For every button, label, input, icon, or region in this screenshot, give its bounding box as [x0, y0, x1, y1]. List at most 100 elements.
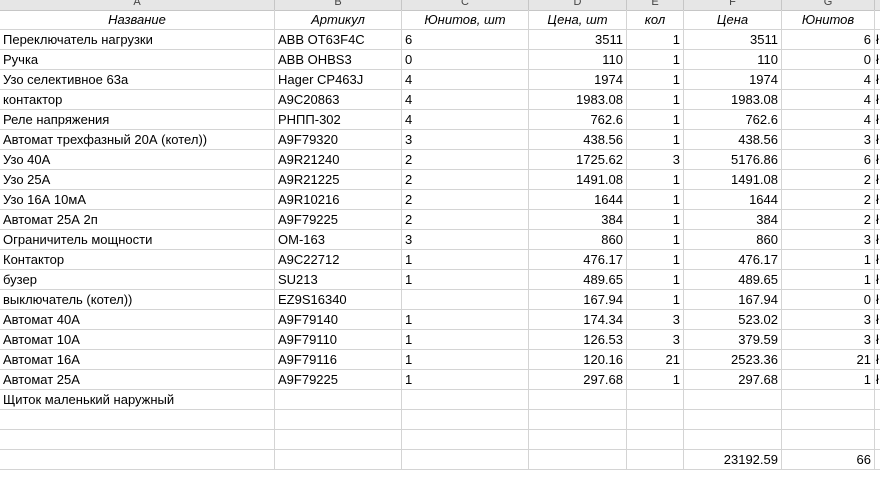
header-cell-next[interactable]: [875, 10, 880, 30]
cell-total[interactable]: [684, 390, 782, 410]
cell-total-units[interactable]: 0: [782, 290, 875, 310]
cell-name[interactable]: Ручка: [0, 50, 275, 70]
cell-sku[interactable]: A9F79320: [275, 130, 402, 150]
cell-price[interactable]: 438.56: [529, 130, 627, 150]
cell-name[interactable]: Автомат 40А: [0, 310, 275, 330]
cell-units[interactable]: 1: [402, 370, 529, 390]
cell-sku[interactable]: A9C20863: [275, 90, 402, 110]
cell-empty[interactable]: [529, 450, 627, 470]
cell-sku[interactable]: ABB OT63F4C: [275, 30, 402, 50]
cell-h[interactable]: ł: [875, 70, 880, 90]
cell-units[interactable]: 6: [402, 30, 529, 50]
cell-qty[interactable]: 1: [627, 190, 684, 210]
cell-total[interactable]: 860: [684, 230, 782, 250]
cell-units[interactable]: 4: [402, 70, 529, 90]
cell-sku[interactable]: A9R21240: [275, 150, 402, 170]
cell-sku[interactable]: OM-163: [275, 230, 402, 250]
cell-price[interactable]: 297.68: [529, 370, 627, 390]
header-cell-sku[interactable]: Артикул: [275, 10, 402, 30]
cell-price[interactable]: 110: [529, 50, 627, 70]
cell-price[interactable]: 1983.08: [529, 90, 627, 110]
column-header-e[interactable]: E: [627, 0, 684, 10]
cell-units[interactable]: [402, 290, 529, 310]
cell-h[interactable]: ł: [875, 210, 880, 230]
cell-h[interactable]: ł: [875, 150, 880, 170]
cell-name[interactable]: Узо селективное 63а: [0, 70, 275, 90]
cell-empty[interactable]: [275, 430, 402, 450]
cell-units[interactable]: 2: [402, 170, 529, 190]
cell-empty[interactable]: [275, 410, 402, 430]
cell-qty[interactable]: 1: [627, 210, 684, 230]
cell-total[interactable]: 167.94: [684, 290, 782, 310]
cell-name[interactable]: Контактор: [0, 250, 275, 270]
cell-empty[interactable]: [684, 430, 782, 450]
cell-qty[interactable]: 1: [627, 90, 684, 110]
cell-units[interactable]: 0: [402, 50, 529, 70]
cell-total[interactable]: 523.02: [684, 310, 782, 330]
cell-empty[interactable]: [0, 450, 275, 470]
cell-name[interactable]: Автомат 10А: [0, 330, 275, 350]
cell-qty[interactable]: 3: [627, 310, 684, 330]
cell-total[interactable]: 2523.36: [684, 350, 782, 370]
cell-total[interactable]: 3511: [684, 30, 782, 50]
cell-sku[interactable]: [275, 390, 402, 410]
cell-total-units[interactable]: 1: [782, 250, 875, 270]
cell-units[interactable]: 4: [402, 110, 529, 130]
cell-qty[interactable]: 1: [627, 290, 684, 310]
cell-units[interactable]: [402, 390, 529, 410]
sum-price-cell[interactable]: 23192.59: [684, 450, 782, 470]
cell-h[interactable]: ł: [875, 330, 880, 350]
cell-units[interactable]: 1: [402, 250, 529, 270]
cell-empty[interactable]: [875, 430, 880, 450]
cell-h[interactable]: ł: [875, 350, 880, 370]
cell-total[interactable]: 110: [684, 50, 782, 70]
cell-name[interactable]: контактор: [0, 90, 275, 110]
cell-sku[interactable]: A9R10216: [275, 190, 402, 210]
column-header-d[interactable]: D: [529, 0, 627, 10]
cell-h[interactable]: ł: [875, 170, 880, 190]
cell-empty[interactable]: [627, 410, 684, 430]
cell-name[interactable]: Узо 16А 10мА: [0, 190, 275, 210]
cell-empty[interactable]: [402, 430, 529, 450]
cell-qty[interactable]: 1: [627, 110, 684, 130]
cell-total-units[interactable]: 2: [782, 210, 875, 230]
cell-qty[interactable]: 1: [627, 270, 684, 290]
cell-empty[interactable]: [627, 450, 684, 470]
cell-h[interactable]: ł: [875, 110, 880, 130]
cell-qty[interactable]: 21: [627, 350, 684, 370]
cell-name[interactable]: бузер: [0, 270, 275, 290]
cell-h[interactable]: ł: [875, 50, 880, 70]
cell-units[interactable]: 2: [402, 150, 529, 170]
cell-sku[interactable]: РНПП-302: [275, 110, 402, 130]
cell-qty[interactable]: 1: [627, 170, 684, 190]
cell-price[interactable]: 1974: [529, 70, 627, 90]
cell-empty[interactable]: [875, 450, 880, 470]
header-cell-total-units[interactable]: Юнитов: [782, 10, 875, 30]
cell-empty[interactable]: [627, 430, 684, 450]
cell-name[interactable]: Узо 25А: [0, 170, 275, 190]
cell-qty[interactable]: 1: [627, 50, 684, 70]
cell-total-units[interactable]: 3: [782, 230, 875, 250]
header-cell-qty[interactable]: кол: [627, 10, 684, 30]
cell-empty[interactable]: [529, 410, 627, 430]
cell-empty[interactable]: [684, 410, 782, 430]
cell-sku[interactable]: ABB OHBS3: [275, 50, 402, 70]
cell-sku[interactable]: Hager CP463J: [275, 70, 402, 90]
cell-total-units[interactable]: 4: [782, 70, 875, 90]
cell-units[interactable]: 1: [402, 310, 529, 330]
cell-total-units[interactable]: 4: [782, 110, 875, 130]
cell-price[interactable]: 860: [529, 230, 627, 250]
cell-name[interactable]: Щиток маленький наружный: [0, 390, 275, 410]
cell-sku[interactable]: A9F79116: [275, 350, 402, 370]
cell-total[interactable]: 384: [684, 210, 782, 230]
cell-total-units[interactable]: [782, 390, 875, 410]
header-cell-total[interactable]: Цена: [684, 10, 782, 30]
column-header-f[interactable]: F: [684, 0, 782, 10]
cell-qty[interactable]: 1: [627, 30, 684, 50]
cell-total[interactable]: 5176.86: [684, 150, 782, 170]
cell-empty[interactable]: [782, 430, 875, 450]
cell-h[interactable]: ł: [875, 190, 880, 210]
cell-name[interactable]: выключатель (котел)): [0, 290, 275, 310]
cell-name[interactable]: Автомат 25А: [0, 370, 275, 390]
cell-total[interactable]: 762.6: [684, 110, 782, 130]
